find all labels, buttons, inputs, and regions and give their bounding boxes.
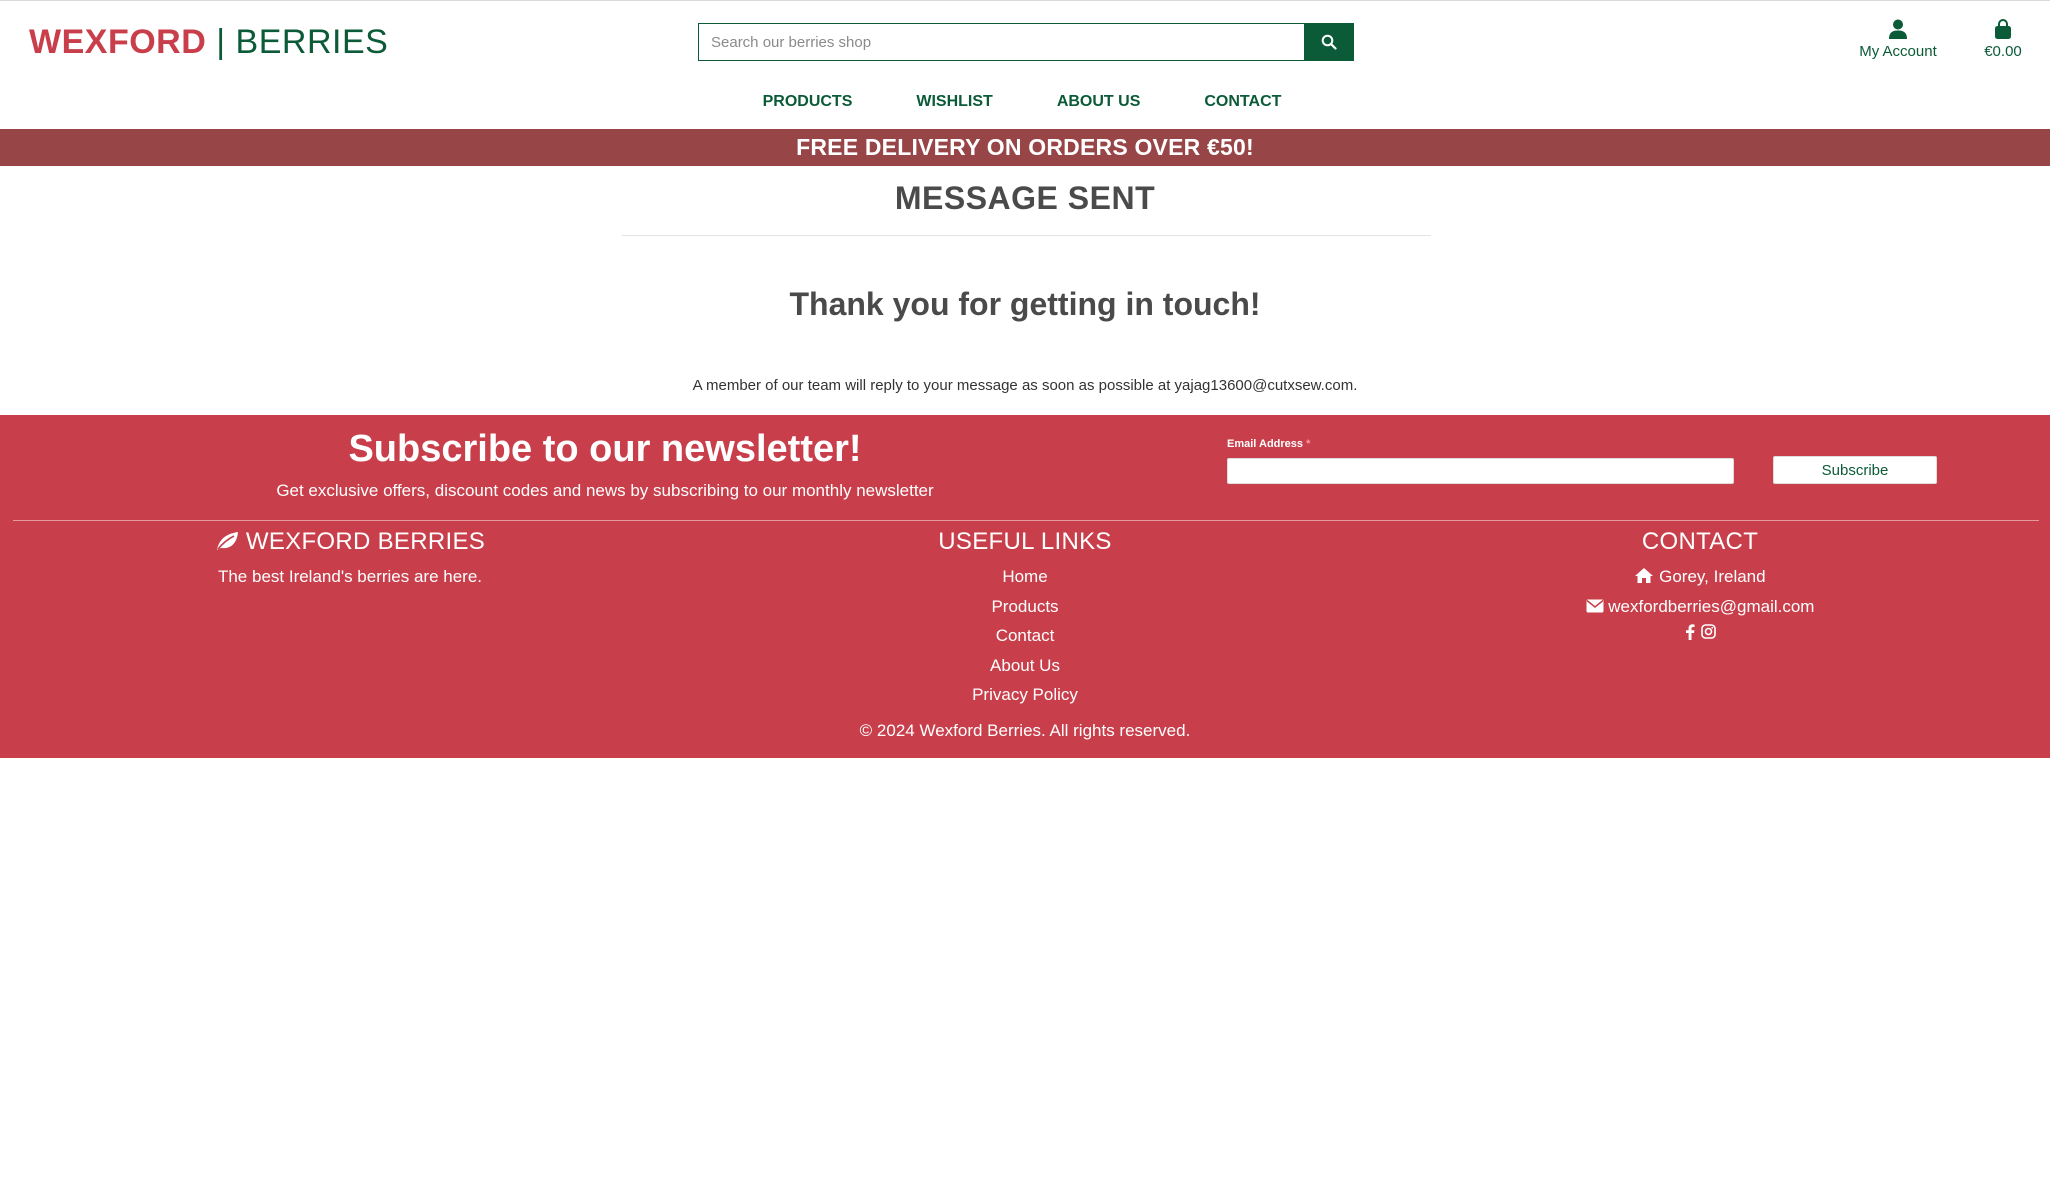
nav-about-us[interactable]: ABOUT US <box>1025 89 1173 115</box>
footer-address-text: Gorey, Ireland <box>1659 567 1766 586</box>
instagram-icon <box>1700 624 1716 639</box>
logo-separator: | <box>216 23 226 61</box>
search-icon <box>1321 34 1337 50</box>
search-input[interactable] <box>698 23 1304 61</box>
email-label: Email Address * <box>1227 438 1310 450</box>
footer-brand-title: WEXFORD BERRIES <box>245 528 486 555</box>
site-logo[interactable]: WEXFORD | BERRIES <box>29 23 388 62</box>
subscribe-button[interactable]: Subscribe <box>1773 456 1937 484</box>
nav-wishlist[interactable]: WISHLIST <box>884 89 1024 115</box>
footer-brand-tagline: The best Ireland's berries are here. <box>217 567 483 586</box>
footer-link-privacy-policy[interactable]: Privacy Policy <box>700 680 1350 710</box>
footer-contact-column: CONTACT Gorey, Ireland wexfordberries@gm… <box>1350 528 2050 640</box>
footer-link-about-us[interactable]: About Us <box>700 651 1350 681</box>
main-nav: PRODUCTS WISHLIST ABOUT US CONTACT <box>0 89 2050 115</box>
thank-you-heading: Thank you for getting in touch! <box>789 286 1261 322</box>
newsletter-subtitle: Get exclusive offers, discount codes and… <box>276 481 934 500</box>
copyright-text: © 2024 Wexford Berries. All rights reser… <box>859 721 1191 740</box>
footer-link-home[interactable]: Home <box>700 562 1350 592</box>
instagram-link[interactable] <box>1700 624 1716 640</box>
social-links <box>1350 624 2050 640</box>
envelope-icon <box>1586 599 1604 612</box>
home-icon <box>1635 568 1654 583</box>
footer-links-heading: USEFUL LINKS <box>938 528 1112 555</box>
footer-link-contact[interactable]: Contact <box>700 621 1350 651</box>
required-mark: * <box>1306 438 1311 450</box>
site-header: WEXFORD | BERRIES My Account €0.00 PRODU… <box>0 1 2050 129</box>
footer-brand-column: WEXFORD BERRIES The best Ireland's berri… <box>0 528 700 592</box>
search-form <box>698 23 1354 61</box>
leaf-icon <box>216 532 238 550</box>
facebook-icon <box>1685 624 1694 640</box>
search-button[interactable] <box>1304 23 1354 61</box>
site-footer: Subscribe to our newsletter! Get exclusi… <box>0 415 2050 758</box>
free-delivery-banner: FREE DELIVERY ON ORDERS OVER €50! <box>0 129 2050 166</box>
footer-address: Gorey, Ireland <box>1350 562 2050 592</box>
footer-brand-heading: WEXFORD BERRIES <box>0 528 700 556</box>
email-label-text: Email Address <box>1227 438 1304 450</box>
footer-link-products[interactable]: Products <box>700 592 1350 622</box>
facebook-link[interactable] <box>1685 624 1695 640</box>
footer-email-link[interactable]: wexfordberries@gmail.com <box>1350 592 2050 622</box>
footer-email-text: wexfordberries@gmail.com <box>1608 596 1815 616</box>
nav-products[interactable]: PRODUCTS <box>731 89 885 115</box>
nav-contact[interactable]: CONTACT <box>1172 89 1313 115</box>
logo-berries: BERRIES <box>235 23 389 61</box>
my-account-label: My Account <box>1859 43 1937 60</box>
cart-link[interactable]: €0.00 <box>1975 19 2031 60</box>
cart-total: €0.00 <box>1984 43 2022 60</box>
user-icon <box>1889 19 1907 39</box>
newsletter-email-input[interactable] <box>1227 458 1734 484</box>
page-title: MESSAGE SENT <box>894 180 1156 216</box>
newsletter-title: Subscribe to our newsletter! <box>348 428 862 470</box>
shopping-bag-icon <box>1995 19 2011 39</box>
footer-divider <box>13 520 2039 521</box>
reply-message: A member of our team will reply to your … <box>692 377 1358 394</box>
logo-wexford: WEXFORD <box>29 23 207 61</box>
title-divider <box>622 235 1431 236</box>
my-account-link[interactable]: My Account <box>1846 19 1950 60</box>
footer-links-column: USEFUL LINKS Home Products Contact About… <box>700 528 1350 710</box>
footer-contact-heading: CONTACT <box>1641 528 1759 555</box>
